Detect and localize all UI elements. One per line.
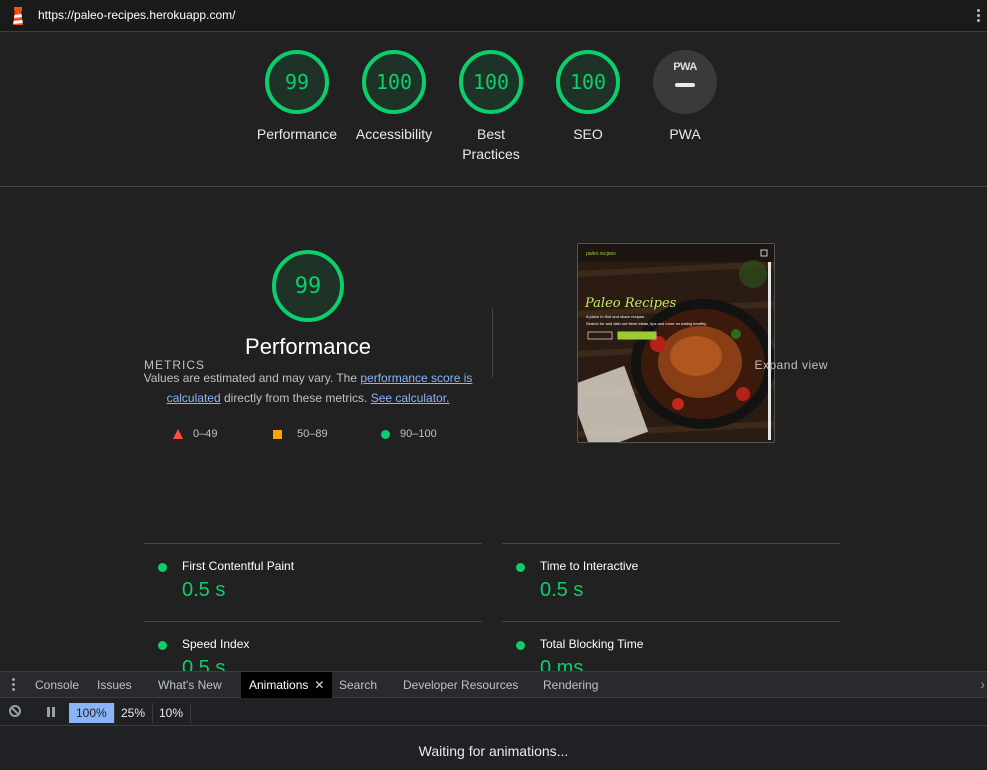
square-icon	[273, 429, 282, 439]
metrics-title: METRICS	[144, 358, 205, 372]
metric-name: Time to Interactive	[540, 559, 639, 573]
pwa-badge-icon: PWA	[653, 50, 717, 114]
address-bar: https://paleo-recipes.herokuapp.com/	[0, 0, 987, 32]
more-menu-icon[interactable]	[975, 7, 981, 25]
score-ring: 100	[556, 50, 620, 114]
devtools-drawer: Console Issues What's New Animations ✕ Se…	[0, 671, 987, 770]
metric-value: 0.5 s	[540, 579, 584, 601]
food-photo	[578, 244, 774, 442]
speed-100[interactable]: 100%	[69, 703, 115, 723]
tab-animations[interactable]: Animations ✕	[241, 672, 333, 698]
expand-view-toggle[interactable]: Expand view	[754, 358, 828, 372]
gauge-accessibility[interactable]: 100 Accessibility	[344, 50, 444, 144]
metric-name: Speed Index	[182, 637, 250, 651]
legend-average: 50–89	[273, 428, 328, 440]
gauge-label: PWA	[669, 126, 701, 142]
animations-toolbar: 100% 25% 10%	[0, 699, 987, 726]
close-icon[interactable]: ✕	[314, 678, 324, 692]
tab-label: Animations	[249, 678, 309, 692]
legend-pass: 90–100	[381, 428, 437, 440]
tab-search[interactable]: Search	[331, 672, 385, 698]
legend-label: 50–89	[297, 428, 328, 440]
speed-10[interactable]: 10%	[152, 703, 192, 723]
tab-whats-new[interactable]: What's New	[150, 672, 230, 698]
metric-first-contentful-paint: First Contentful Paint 0.5 s	[144, 543, 482, 621]
site-heading: Paleo Recipes	[585, 296, 677, 311]
metric-speed-index: Speed Index 0.5 s	[144, 621, 482, 671]
site-cta-button	[618, 332, 656, 339]
clear-all-icon[interactable]	[9, 705, 21, 717]
tab-issues[interactable]: Issues	[89, 672, 140, 698]
metric-time-to-interactive: Time to Interactive 0.5 s	[502, 543, 840, 621]
gauge-label: SEO	[573, 126, 603, 142]
gauge-label: Accessibility	[355, 126, 433, 142]
score-ring: 100	[459, 50, 523, 114]
tab-console[interactable]: Console	[27, 672, 87, 698]
gauge-seo[interactable]: 100 SEO	[538, 50, 638, 144]
drawer-menu-icon[interactable]	[12, 678, 16, 693]
dash-icon	[675, 83, 695, 87]
chevron-right-icon[interactable]: ›	[980, 676, 985, 692]
pwa-badge-text: PWA	[673, 61, 697, 73]
performance-score-ring: 99	[272, 250, 344, 322]
pass-circle-icon	[158, 641, 167, 650]
legend-label: 90–100	[400, 428, 437, 440]
metric-value: 0.5 s	[182, 579, 226, 601]
tab-developer-resources[interactable]: Developer Resources	[395, 672, 526, 698]
final-screenshot[interactable]: paleo recipes Paleo Recipes A place to f…	[577, 243, 775, 443]
gauge-best-practices[interactable]: 100 Best Practices	[441, 50, 541, 164]
metric-value: 0.5 s	[182, 657, 226, 671]
pause-icon[interactable]	[47, 707, 55, 717]
pass-circle-icon	[516, 563, 525, 572]
metric-name: Total Blocking Time	[540, 637, 644, 651]
score-ring: 99	[265, 50, 329, 114]
gauge-pwa[interactable]: PWA PWA	[635, 50, 735, 144]
drawer-tabbar: Console Issues What's New Animations ✕ Se…	[0, 672, 987, 698]
speed-25[interactable]: 25%	[114, 703, 154, 723]
lighthouse-report: 99 Performance 100 Accessibility 100 Bes…	[0, 32, 987, 671]
legend-label: 0–49	[193, 428, 218, 440]
legend-fail: 0–49	[173, 428, 217, 440]
pass-circle-icon	[516, 641, 525, 650]
pass-circle-icon	[158, 563, 167, 572]
lighthouse-icon	[13, 7, 23, 25]
metric-value: 0 ms	[540, 657, 584, 671]
metrics-header: METRICS Expand view	[144, 358, 840, 378]
animations-status: Waiting for animations...	[418, 743, 569, 759]
tab-rendering[interactable]: Rendering	[535, 672, 606, 698]
circle-icon	[381, 429, 390, 439]
gauge-performance[interactable]: 99 Performance	[247, 50, 347, 144]
site-brand: paleo recipes	[586, 251, 616, 257]
metric-total-blocking-time: Total Blocking Time 0 ms	[502, 621, 840, 671]
score-gauges: 99 Performance 100 Accessibility 100 Bes…	[0, 32, 987, 187]
gauge-label: Performance	[256, 126, 338, 142]
desc-text: directly from these metrics.	[220, 391, 371, 405]
site-tagline-2: Search for and dish out fresh ideas, tip…	[586, 321, 707, 326]
gauge-label: Best Practices	[462, 126, 520, 162]
see-calculator-link[interactable]: See calculator.	[371, 391, 450, 405]
performance-title: Performance	[245, 334, 371, 359]
site-tagline: A place to find and share recipes.	[586, 314, 646, 319]
triangle-icon	[173, 429, 183, 439]
metric-name: First Contentful Paint	[182, 559, 295, 573]
score-ring: 100	[362, 50, 426, 114]
page-url: https://paleo-recipes.herokuapp.com/	[38, 8, 236, 22]
